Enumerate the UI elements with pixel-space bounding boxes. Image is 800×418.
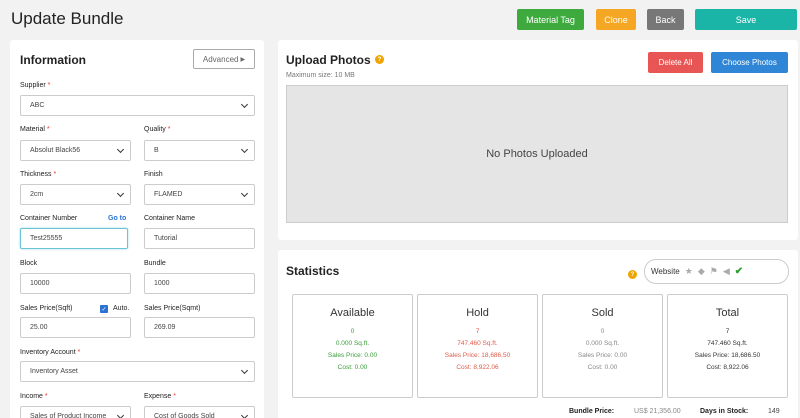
income-label: Income * <box>20 393 48 400</box>
material-tag-button[interactable]: Material Tag <box>517 9 584 30</box>
advanced-label: Advanced <box>202 54 239 64</box>
sales-price-sqft-input[interactable]: 25.00 <box>20 317 131 338</box>
finish-label: Finish <box>144 171 163 178</box>
stat-sales-price: Sales Price: 0.00 <box>327 352 378 359</box>
stat-sales-price: Sales Price: 18,686.50 <box>444 352 511 359</box>
block-label: Block <box>20 260 38 267</box>
stat-title: Sold <box>591 307 614 319</box>
choose-photos-button[interactable]: Choose Photos <box>711 52 788 73</box>
photo-drop-zone[interactable]: No Photos Uploaded <box>286 85 788 223</box>
auto-label: Auto. <box>113 305 130 312</box>
inventory-account-label: Inventory Account * <box>20 349 81 356</box>
stat-cost: Cost: 0.00 <box>587 364 618 371</box>
max-size-text: Maximum size: 10 MB <box>286 72 355 79</box>
quality-select[interactable]: B <box>144 140 255 161</box>
flag-icon[interactable]: ⚑ <box>710 266 718 277</box>
upload-photos-heading: Upload Photos <box>286 53 371 67</box>
bundle-input[interactable]: 1000 <box>144 273 255 294</box>
bundle-price-value: US$ 21,356.00 <box>634 408 681 415</box>
stat-title: Total <box>715 307 740 319</box>
stat-title: Available <box>330 307 375 319</box>
auto-checkbox[interactable]: ✓ <box>100 305 108 313</box>
thickness-label: Thickness * <box>20 171 57 178</box>
no-photos-text: No Photos Uploaded <box>486 148 588 160</box>
clone-button[interactable]: Clone <box>596 9 636 30</box>
delete-all-button[interactable]: Delete All <box>648 52 703 73</box>
stat-card-hold: Hold 7 747.460 Sq.ft. Sales Price: 18,68… <box>417 294 538 398</box>
finish-select[interactable]: FLAMED <box>144 184 255 205</box>
sales-price-sqmt-label: Sales Price(Sqmt) <box>144 305 201 312</box>
stat-title: Hold <box>466 307 489 319</box>
container-number-input[interactable]: Test25555 <box>20 228 128 249</box>
quality-label: Quality * <box>144 126 171 133</box>
bundle-price-label: Bundle Price: <box>569 408 615 415</box>
save-button[interactable]: Save <box>695 9 797 30</box>
stat-card-available: Available 0 0.000 Sq.ft. Sales Price: 0.… <box>292 294 413 398</box>
star-icon[interactable]: ★ <box>685 266 693 277</box>
sales-price-sqmt-input[interactable]: 269.09 <box>144 317 255 338</box>
sales-price-sqft-label: Sales Price(Sqft) <box>20 305 73 312</box>
expense-select[interactable]: Cost of Goods Sold <box>144 406 255 418</box>
information-heading: Information <box>20 53 86 67</box>
caret-right-icon: ▶ <box>240 56 246 63</box>
tags-icon[interactable]: ◆ <box>698 266 705 277</box>
thickness-select[interactable]: 2cm <box>20 184 131 205</box>
stat-count: 7 <box>725 328 730 335</box>
material-label: Material * <box>20 126 50 133</box>
channel-box: Website ★ ◆ ⚑ ◀ ✔ <box>644 259 789 284</box>
stat-cost: Cost: 0.00 <box>337 364 368 371</box>
bundle-label: Bundle <box>144 260 166 267</box>
statistics-heading: Statistics <box>286 264 340 278</box>
help-icon[interactable]: ? <box>628 270 637 279</box>
supplier-select[interactable]: ABC <box>20 95 255 116</box>
stat-cost: Cost: 8,922.06 <box>706 364 749 371</box>
material-select[interactable]: Absolut Black56 <box>20 140 131 161</box>
stat-cost: Cost: 8,922.06 <box>456 364 499 371</box>
income-select[interactable]: Sales of Product Income <box>20 406 131 418</box>
check-icon[interactable]: ✔ <box>735 266 743 277</box>
stat-card-total: Total 7 747.460 Sq.ft. Sales Price: 18,6… <box>667 294 788 398</box>
container-number-label: Container Number <box>20 215 78 222</box>
stat-count: 7 <box>475 328 480 335</box>
page-title: Update Bundle <box>11 9 124 28</box>
stat-count: 0 <box>600 328 605 335</box>
container-name-input[interactable]: Tutorial <box>144 228 255 249</box>
goto-link[interactable]: Go to <box>108 215 126 222</box>
stat-count: 0 <box>350 328 355 335</box>
inventory-account-select[interactable]: Inventory Asset <box>20 361 255 382</box>
stat-sqft: 0.000 Sq.ft. <box>585 340 620 347</box>
stat-card-sold: Sold 0 0.000 Sq.ft. Sales Price: 0.00 Co… <box>542 294 663 398</box>
stat-sqft: 0.000 Sq.ft. <box>335 340 370 347</box>
help-icon[interactable]: ? <box>375 55 384 64</box>
statistics-panel: Statistics ? Website ★ ◆ ⚑ ◀ ✔ Available… <box>278 250 798 418</box>
website-label: Website <box>651 267 680 276</box>
container-name-label: Container Name <box>144 215 195 222</box>
supplier-label: Supplier * <box>20 82 51 89</box>
days-in-stock-value: 149 <box>768 408 780 415</box>
back-button[interactable]: Back <box>647 9 684 30</box>
megaphone-icon[interactable]: ◀ <box>723 266 730 277</box>
days-in-stock-label: Days in Stock: <box>700 408 749 415</box>
information-panel: Information Advanced ▶ Supplier * ABC Ma… <box>10 40 264 418</box>
block-input[interactable]: 10000 <box>20 273 131 294</box>
advanced-button[interactable]: Advanced ▶ <box>193 49 255 69</box>
stat-sqft: 747.460 Sq.ft. <box>457 340 498 347</box>
upload-photos-panel: Upload Photos ? Maximum size: 10 MB Dele… <box>278 40 798 240</box>
stat-sales-price: Sales Price: 18,686.50 <box>694 352 761 359</box>
stat-sqft: 747.460 Sq.ft. <box>707 340 748 347</box>
expense-label: Expense * <box>144 393 176 400</box>
stat-sales-price: Sales Price: 0.00 <box>577 352 628 359</box>
